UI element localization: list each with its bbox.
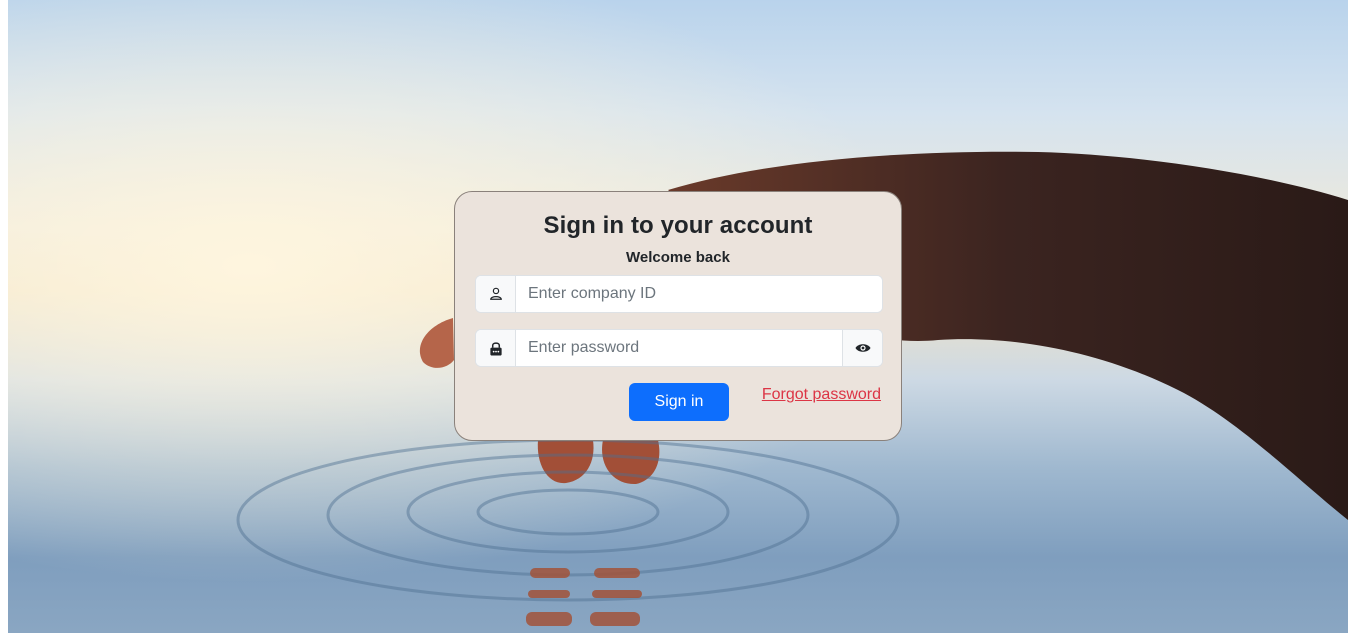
page-title: Sign in to your account: [543, 212, 813, 239]
password-group: [475, 329, 883, 367]
company-id-input[interactable]: [516, 276, 882, 312]
login-card: Sign in to your account Welcome back Ent…: [454, 191, 902, 441]
forgot-password-link[interactable]: Forgot password: [762, 386, 881, 404]
user-icon: [476, 276, 516, 312]
welcome-subtitle: Welcome back: [626, 249, 730, 266]
sign-in-button[interactable]: Sign in: [629, 383, 729, 421]
lock-icon: [476, 330, 516, 366]
company-id-group: [475, 275, 883, 313]
password-input[interactable]: [516, 330, 842, 366]
eye-icon[interactable]: [842, 330, 882, 366]
